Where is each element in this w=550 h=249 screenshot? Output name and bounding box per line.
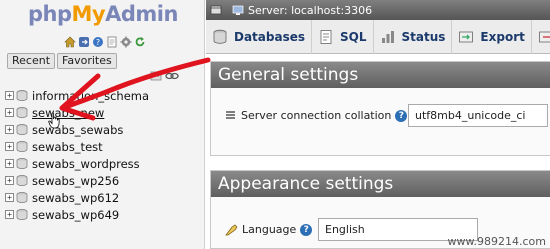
- expand-icon[interactable]: +: [5, 91, 14, 100]
- collation-icon: [226, 111, 235, 119]
- database-icon: [16, 90, 28, 101]
- database-item[interactable]: + sewabs_test: [5, 138, 203, 155]
- navigation-icons: ?: [64, 36, 146, 50]
- database-item[interactable]: + sewabs_wp612: [5, 189, 203, 206]
- database-tree: + information_schema + sewabs_new + sewa…: [5, 87, 203, 223]
- general-settings-panel: General settings Server connection colla…: [210, 61, 550, 156]
- database-item[interactable]: + sewabs_wp649: [5, 206, 203, 223]
- tab-databases[interactable]: Databases: [206, 19, 313, 54]
- help-icon[interactable]: ?: [300, 223, 313, 236]
- svg-text:?: ?: [96, 38, 100, 47]
- collation-row: Server connection collation ?: [225, 109, 408, 122]
- database-item[interactable]: + sewabs_sewabs: [5, 121, 203, 138]
- tree-tools: [150, 71, 179, 81]
- expand-icon[interactable]: +: [5, 142, 14, 151]
- main-content: Server: localhost:3306 Databases SQL Sta…: [206, 0, 550, 249]
- tab-export[interactable]: Export: [452, 19, 532, 54]
- database-name[interactable]: sewabs_wp256: [32, 174, 119, 188]
- settings-icon[interactable]: [120, 36, 132, 48]
- tab-label: Export: [480, 29, 525, 44]
- database-icon: [16, 124, 28, 135]
- phpmyadmin-logo[interactable]: phpMyAdmin: [28, 2, 178, 30]
- navigation-tabs: Recent Favorites: [7, 53, 117, 69]
- sql-icon: [320, 29, 332, 44]
- watermark: www.989214.com: [447, 235, 546, 248]
- logo-my: My: [71, 2, 106, 26]
- tab-more[interactable]: [532, 20, 550, 54]
- database-name[interactable]: information_schema: [32, 89, 149, 103]
- logo-php: php: [28, 2, 72, 26]
- database-item[interactable]: + sewabs_wp256: [5, 172, 203, 189]
- database-name[interactable]: sewabs_sewabs: [32, 123, 123, 137]
- expand-icon[interactable]: +: [5, 176, 14, 185]
- language-label: Language: [242, 223, 297, 236]
- server-label[interactable]: Server: localhost:3306: [248, 4, 372, 17]
- server-settings-icon[interactable]: [210, 4, 222, 16]
- reload-icon[interactable]: [134, 36, 146, 48]
- server-icon: [232, 5, 244, 15]
- expand-icon[interactable]: +: [5, 108, 14, 117]
- database-icon: [16, 209, 28, 220]
- collation-select[interactable]: utf8mb4_unicode_ci: [408, 104, 548, 127]
- expand-icon[interactable]: +: [5, 125, 14, 134]
- sql-docs-icon[interactable]: [106, 36, 118, 48]
- tab-sql[interactable]: SQL: [312, 19, 374, 54]
- language-row: Language ?: [225, 223, 313, 236]
- status-icon: [381, 30, 394, 43]
- databases-icon: [213, 29, 227, 44]
- navigation-panel: phpMyAdmin ? Recent Favorites + informat…: [0, 0, 205, 249]
- database-name[interactable]: sewabs_test: [32, 140, 103, 154]
- main-tabs: Databases SQL Status Export: [206, 19, 550, 54]
- server-breadcrumb: Server: localhost:3306: [206, 0, 550, 20]
- database-icon: [16, 158, 28, 169]
- database-item[interactable]: + sewabs_new: [5, 104, 203, 121]
- database-icon: [16, 192, 28, 203]
- collation-label: Server connection collation: [241, 109, 392, 122]
- database-name[interactable]: sewabs_new: [32, 106, 104, 120]
- database-item[interactable]: + sewabs_wordpress: [5, 155, 203, 172]
- database-item[interactable]: + information_schema: [5, 87, 203, 104]
- tab-label: Databases: [234, 29, 306, 44]
- general-settings-title: General settings: [211, 62, 550, 88]
- favorites-tab[interactable]: Favorites: [57, 53, 117, 69]
- collapse-all-icon[interactable]: [150, 71, 162, 81]
- home-icon[interactable]: [64, 36, 76, 48]
- link-icon[interactable]: [165, 71, 179, 81]
- hand-cursor-icon: [48, 112, 60, 129]
- expand-icon[interactable]: +: [5, 193, 14, 202]
- recent-tab[interactable]: Recent: [7, 53, 56, 69]
- help-icon[interactable]: ?: [395, 109, 408, 122]
- import-icon: [538, 31, 550, 42]
- tab-label: SQL: [340, 29, 367, 44]
- export-icon: [459, 31, 474, 42]
- database-name[interactable]: sewabs_wordpress: [32, 157, 140, 171]
- language-icon: [225, 224, 238, 235]
- expand-icon[interactable]: +: [5, 210, 14, 219]
- logout-icon[interactable]: [78, 36, 90, 48]
- expand-icon[interactable]: +: [5, 159, 14, 168]
- database-icon: [16, 107, 28, 118]
- tab-label: Status: [401, 29, 446, 44]
- tab-status[interactable]: Status: [374, 19, 453, 54]
- logo-admin: Admin: [105, 2, 178, 26]
- database-icon: [16, 141, 28, 152]
- appearance-settings-title: Appearance settings: [211, 171, 550, 197]
- database-name[interactable]: sewabs_wp649: [32, 208, 119, 222]
- database-name[interactable]: sewabs_wp612: [32, 191, 119, 205]
- database-icon: [16, 175, 28, 186]
- docs-icon[interactable]: ?: [92, 36, 104, 48]
